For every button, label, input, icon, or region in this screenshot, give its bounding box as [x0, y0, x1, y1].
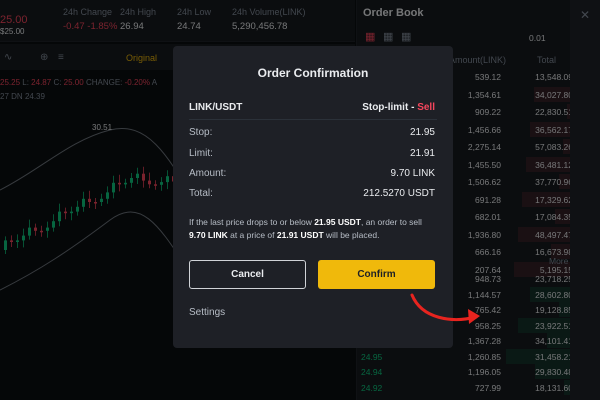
order-type-label: Stop-limit [362, 102, 409, 113]
amount-row: Amount: 9.70 LINK [189, 168, 437, 182]
limit-row: Limit: 21.91 [189, 148, 437, 162]
order-side: Sell [417, 102, 435, 113]
order-confirmation-dialog: Order Confirmation LINK/USDT Stop-limit … [173, 46, 480, 348]
note-text: , an order to sell [360, 217, 422, 227]
note-amount: 9.70 LINK [189, 230, 228, 240]
note-text: If the last price drops to or below [189, 217, 315, 227]
limit-value: 21.91 [409, 148, 435, 159]
settings-link[interactable]: Settings [189, 307, 225, 318]
dialog-divider [189, 119, 437, 120]
note-stop-price: 21.95 USDT [314, 217, 361, 227]
confirm-button[interactable]: Confirm [318, 260, 435, 289]
amount-value: 9.70 LINK [390, 168, 435, 179]
stop-value: 21.95 [409, 127, 435, 138]
amount-label: Amount: [189, 168, 227, 179]
note-text: at a price of [227, 230, 277, 240]
order-type: Stop-limit - Sell [362, 102, 435, 113]
cancel-button[interactable]: Cancel [189, 260, 306, 289]
note-text: will be placed. [323, 230, 380, 240]
note-limit-price: 21.91 USDT [276, 230, 324, 240]
total-label: Total: [189, 188, 213, 199]
stop-row: Stop: 21.95 [189, 127, 437, 141]
trading-pair: LINK/USDT [189, 102, 243, 113]
stop-label: Stop: [189, 127, 213, 138]
total-row: Total: 212.5270 USDT [189, 188, 437, 202]
dialog-title: Order Confirmation [257, 66, 369, 80]
order-explanation: If the last price drops to or below 21.9… [189, 216, 439, 242]
limit-label: Limit: [189, 148, 213, 159]
total-value: 212.5270 USDT [363, 188, 435, 199]
order-type-separator: - [411, 102, 415, 113]
arrow-pointer-icon [410, 293, 480, 324]
